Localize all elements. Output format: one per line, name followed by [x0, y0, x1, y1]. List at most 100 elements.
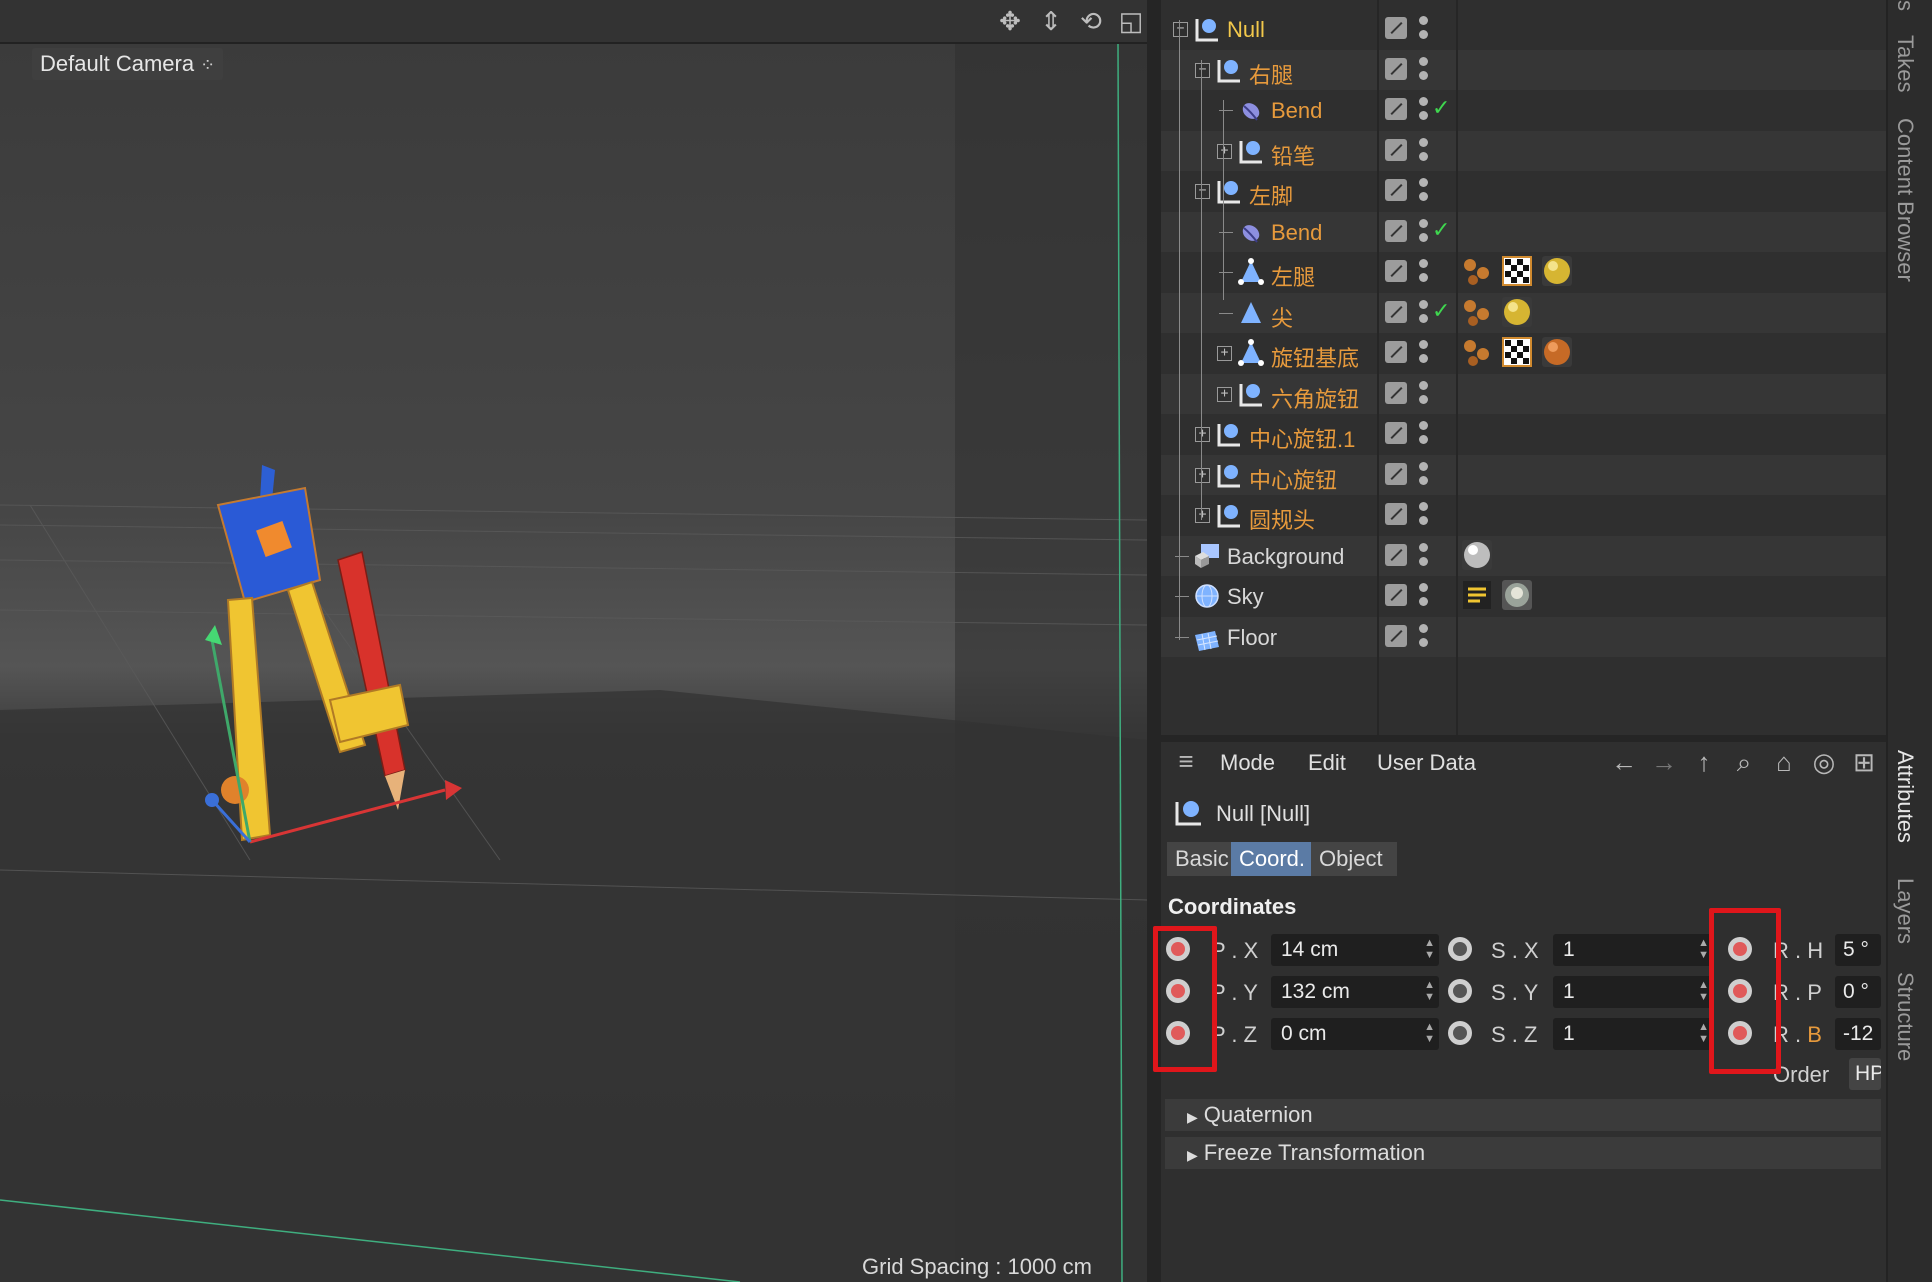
- pz-input[interactable]: 0 cm ▲ ▼: [1271, 1018, 1439, 1050]
- sy-input[interactable]: 1 ▲ ▼: [1553, 976, 1713, 1008]
- layer-edit-icon[interactable]: [1385, 503, 1407, 525]
- hamburger-menu-icon[interactable]: ≡: [1171, 746, 1201, 777]
- material-orange-icon[interactable]: [1541, 336, 1573, 368]
- back-arrow-icon[interactable]: ←: [1609, 747, 1639, 778]
- target-icon[interactable]: ◎: [1809, 747, 1839, 778]
- object-row[interactable]: − 左脚: [1161, 171, 1886, 211]
- visibility-dots-icon[interactable]: [1419, 259, 1429, 285]
- material-checker-icon[interactable]: [1501, 336, 1533, 368]
- object-row[interactable]: − Null: [1161, 9, 1886, 49]
- tab-basic[interactable]: Basic: [1167, 842, 1241, 876]
- phong-tag-icon[interactable]: [1461, 296, 1493, 328]
- object-row[interactable]: Bend ✓: [1161, 211, 1886, 252]
- visibility-dots-icon[interactable]: [1419, 178, 1429, 204]
- material-yellow-icon[interactable]: [1501, 296, 1533, 328]
- phong-tag-icon[interactable]: [1461, 336, 1493, 368]
- object-row[interactable]: Floor: [1161, 616, 1886, 657]
- up-arrow-icon[interactable]: ↑: [1689, 747, 1719, 778]
- object-name[interactable]: 中心旋钮.1: [1249, 422, 1355, 454]
- tab-coord[interactable]: Coord.: [1231, 842, 1321, 876]
- object-name[interactable]: Bend: [1271, 220, 1322, 246]
- visibility-dots-icon[interactable]: [1419, 218, 1429, 245]
- object-name[interactable]: 六角旋钮: [1271, 382, 1359, 414]
- layer-edit-icon[interactable]: [1385, 260, 1407, 282]
- tab-structure[interactable]: Structure: [1892, 972, 1918, 1061]
- visibility-dots-icon[interactable]: [1419, 380, 1429, 407]
- visibility-dots-icon[interactable]: [1419, 461, 1429, 488]
- object-name[interactable]: Floor: [1227, 625, 1277, 651]
- quaternion-section[interactable]: ▶ Quaternion: [1165, 1099, 1881, 1131]
- layer-edit-icon[interactable]: [1385, 179, 1407, 201]
- visibility-dots-icon[interactable]: [1419, 56, 1429, 83]
- object-name[interactable]: 旋钮基底: [1271, 341, 1359, 373]
- visibility-dots-icon[interactable]: [1419, 16, 1429, 42]
- object-name[interactable]: 左腿: [1271, 260, 1315, 292]
- layer-edit-icon[interactable]: [1385, 17, 1407, 39]
- compositing-tag-icon[interactable]: [1461, 579, 1493, 611]
- move-view-icon[interactable]: ✥: [995, 6, 1025, 36]
- expand-icon[interactable]: +: [1195, 427, 1210, 442]
- object-name[interactable]: 铅笔: [1271, 139, 1315, 171]
- sz-input[interactable]: 1 ▲ ▼: [1553, 1018, 1713, 1050]
- object-row[interactable]: Sky: [1161, 576, 1886, 616]
- collapse-icon[interactable]: −: [1173, 22, 1188, 37]
- rp-input[interactable]: 0 °: [1835, 976, 1881, 1008]
- object-name[interactable]: Background: [1227, 544, 1344, 570]
- expand-icon[interactable]: +: [1195, 508, 1210, 523]
- sky-texture-icon[interactable]: [1501, 579, 1533, 611]
- layer-edit-icon[interactable]: [1385, 381, 1407, 404]
- layer-edit-icon[interactable]: [1385, 584, 1407, 606]
- new-panel-icon[interactable]: ⊞: [1849, 747, 1879, 778]
- tab-content-browser[interactable]: Content Browser: [1892, 118, 1918, 282]
- object-row[interactable]: + 六角旋钮: [1161, 373, 1886, 414]
- object-row[interactable]: + 铅笔: [1161, 130, 1886, 171]
- object-row[interactable]: + 中心旋钮: [1161, 454, 1886, 495]
- layer-edit-icon[interactable]: [1385, 422, 1407, 444]
- layer-edit-icon[interactable]: [1385, 138, 1407, 161]
- layer-edit-icon[interactable]: [1385, 624, 1407, 647]
- tab-takes[interactable]: Takes: [1892, 35, 1918, 92]
- phong-tag-icon[interactable]: [1461, 255, 1493, 287]
- sz-keyframe-button[interactable]: [1448, 1021, 1472, 1045]
- collapse-icon[interactable]: −: [1195, 184, 1210, 199]
- object-row[interactable]: Background: [1161, 535, 1886, 576]
- tab-attributes[interactable]: Attributes: [1892, 750, 1918, 843]
- expand-icon[interactable]: +: [1217, 346, 1232, 361]
- object-name[interactable]: 左脚: [1249, 179, 1293, 211]
- panel-divider[interactable]: [1161, 735, 1886, 742]
- lock-icon[interactable]: ⌂: [1769, 747, 1799, 778]
- tab-layers[interactable]: Layers: [1892, 878, 1918, 944]
- object-row[interactable]: + 旋钮基底: [1161, 333, 1886, 373]
- layer-edit-icon[interactable]: [1385, 219, 1407, 242]
- object-name[interactable]: Bend: [1271, 98, 1322, 124]
- layer-edit-icon[interactable]: [1385, 341, 1407, 363]
- expand-icon[interactable]: +: [1217, 143, 1232, 159]
- visibility-dots-icon[interactable]: [1419, 502, 1429, 528]
- material-yellow-icon[interactable]: [1541, 255, 1573, 287]
- enabled-check-icon[interactable]: ✓: [1432, 95, 1450, 121]
- enabled-check-icon[interactable]: ✓: [1432, 217, 1450, 243]
- material-white-icon[interactable]: [1461, 539, 1493, 571]
- object-name[interactable]: 右腿: [1249, 58, 1293, 90]
- object-row[interactable]: 左腿: [1161, 252, 1886, 292]
- expand-icon[interactable]: +: [1217, 386, 1232, 402]
- layer-edit-icon[interactable]: [1385, 543, 1407, 566]
- rotate-view-icon[interactable]: ⟲: [1076, 6, 1106, 36]
- zoom-view-icon[interactable]: ⇕: [1036, 6, 1066, 36]
- visibility-dots-icon[interactable]: [1419, 340, 1429, 366]
- visibility-dots-icon[interactable]: [1419, 97, 1429, 123]
- 3d-viewport[interactable]: ✥ ⇕ ⟲ ◱ Default Camera ⁘ Grid Spacing : 1…: [0, 0, 1147, 1282]
- object-row[interactable]: + 中心旋钮.1: [1161, 414, 1886, 454]
- tab-fragment[interactable]: s: [1892, 0, 1918, 11]
- freeze-transformation-section[interactable]: ▶ Freeze Transformation: [1165, 1137, 1881, 1169]
- visibility-dots-icon[interactable]: [1419, 583, 1429, 609]
- object-name[interactable]: Null: [1227, 17, 1265, 43]
- sx-keyframe-button[interactable]: [1448, 937, 1472, 961]
- py-input[interactable]: 132 cm ▲ ▼: [1271, 976, 1439, 1008]
- layer-edit-icon[interactable]: [1385, 57, 1407, 80]
- object-name[interactable]: Sky: [1227, 584, 1264, 610]
- visibility-dots-icon[interactable]: [1419, 542, 1429, 569]
- camera-label[interactable]: Default Camera ⁘: [32, 48, 224, 80]
- object-row[interactable]: + 圆规头: [1161, 495, 1886, 535]
- visibility-dots-icon[interactable]: [1419, 421, 1429, 447]
